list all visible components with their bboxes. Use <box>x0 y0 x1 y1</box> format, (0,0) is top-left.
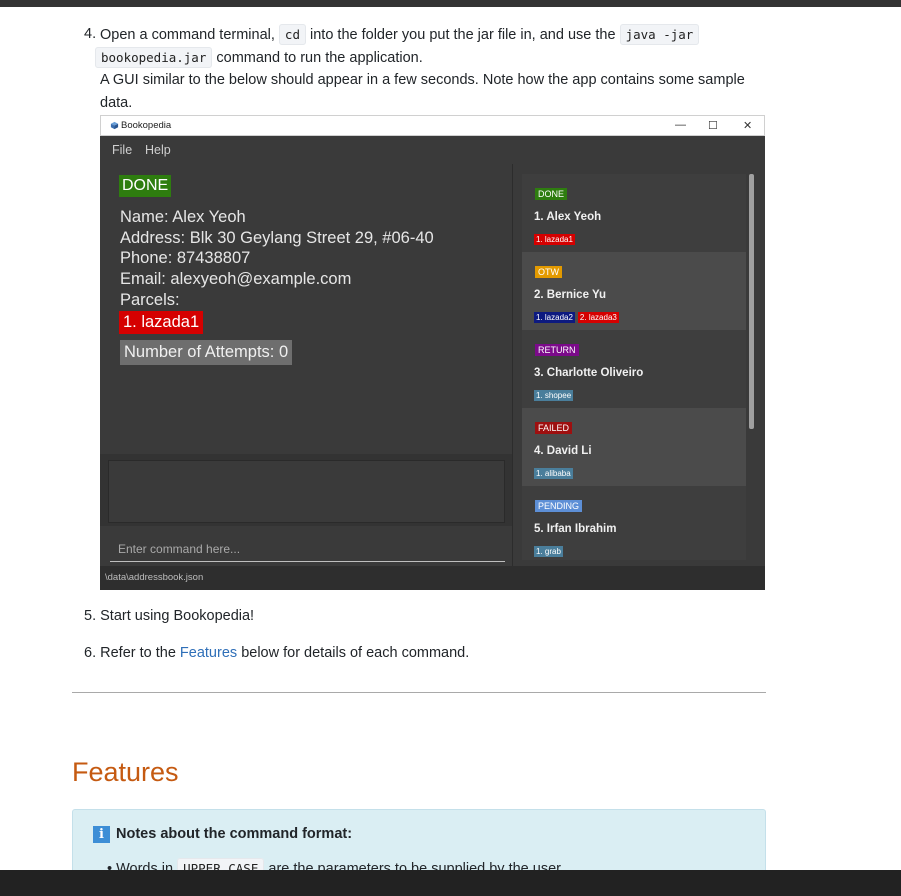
step-6-number: 6. <box>84 645 97 661</box>
person-detail-panel: DONE Name: Alex Yeoh Address: Blk 30 Gey… <box>100 164 512 454</box>
card-status-badge: OTW <box>535 266 562 278</box>
app-title: Bookopedia <box>121 120 172 131</box>
app-title-bar: Bookopedia — ☐ ✕ <box>100 115 765 136</box>
info-icon: i <box>93 826 110 843</box>
step-4-line-3: A GUI similar to the below should appear… <box>100 72 745 88</box>
person-list-panel: DONE 1. Alex Yeoh 1. lazada1 OTW 2. Bern… <box>512 164 765 566</box>
code-java-jar: java -jar <box>619 24 700 45</box>
parcel-tag: 2. lazada3 <box>577 312 619 323</box>
card-parcels: 1. shopee <box>534 385 576 403</box>
code-jar-file: bookopedia.jar <box>95 47 213 68</box>
card-status-badge: PENDING <box>535 500 583 512</box>
top-edge-bar <box>0 0 901 7</box>
card-status-badge: FAILED <box>535 422 573 434</box>
step-4-number: 4. <box>84 26 97 42</box>
detail-parcel-tag: 1. lazada1 <box>119 311 204 334</box>
detail-email: Email: alexyeoh@example.com <box>120 270 352 288</box>
detail-parcels-label: Parcels: <box>120 291 180 309</box>
maximize-icon: ☐ <box>708 120 718 132</box>
step-4-text-a: Open a command terminal, <box>100 27 275 43</box>
card-name: 1. Alex Yeoh <box>534 211 602 223</box>
code-cd: cd <box>278 24 306 45</box>
parcel-tag: 1. lazada2 <box>534 312 575 323</box>
app-logo-icon <box>110 121 119 130</box>
card-parcels: 1. lazada1 <box>534 229 578 247</box>
card-status-badge: DONE <box>535 188 568 200</box>
detail-attempts: Number of Attempts: 0 <box>120 340 293 365</box>
step-6-text-pre: Refer to the <box>100 645 176 661</box>
features-heading: Features <box>72 757 179 787</box>
result-box <box>108 460 505 523</box>
app-window-screenshot: Bookopedia — ☐ ✕ File Help DONE Name: Al… <box>100 115 765 590</box>
notes-title: Notes about the command format: <box>116 826 353 842</box>
minimize-icon: — <box>675 119 686 131</box>
list-card: DONE 1. Alex Yeoh 1. lazada1 <box>522 174 746 252</box>
card-name: 4. David Li <box>534 445 592 457</box>
step-5-number: 5. <box>84 608 97 624</box>
parcel-tag: 1. alibaba <box>534 468 573 479</box>
step-4-line-2: bookopedia.jar command to run the applic… <box>95 46 423 70</box>
step-4-line-4: data. <box>100 95 133 111</box>
menu-help: Help <box>145 143 171 157</box>
command-box <box>100 526 512 566</box>
save-file-path: \data\addressbook.json <box>105 572 204 583</box>
card-parcels: 1. grab <box>534 541 566 559</box>
list-card: PENDING 5. Irfan Ibrahim 1. grab <box>522 486 746 560</box>
section-divider <box>72 692 766 693</box>
detail-phone: Phone: 87438807 <box>120 249 251 267</box>
card-name: 3. Charlotte Oliveiro <box>534 367 644 379</box>
card-name: 2. Bernice Yu <box>534 289 607 301</box>
card-parcels: 1. lazada2 2. lazada3 <box>534 307 622 325</box>
card-name: 5. Irfan Ibrahim <box>534 523 617 535</box>
step-5-text: Start using Bookopedia! <box>100 608 255 624</box>
step-6: 6. Refer to the Features below for detai… <box>84 642 469 665</box>
list-scrollbar <box>749 174 754 429</box>
parcel-tag: 1. grab <box>534 546 563 557</box>
step-6-text-post: below for details of each command. <box>241 645 470 661</box>
detail-address: Address: Blk 30 Geylang Street 29, #06-4… <box>120 229 434 247</box>
notes-callout: i Notes about the command format: • Word… <box>72 809 766 879</box>
step-4-line-1: Open a command terminal, cd into the fol… <box>100 23 700 47</box>
bottom-edge-bar <box>0 870 901 896</box>
detail-status-badge: DONE <box>119 175 172 197</box>
step-5: 5. Start using Bookopedia! <box>84 605 254 628</box>
list-card: RETURN 3. Charlotte Oliveiro 1. shopee <box>522 330 746 408</box>
command-input <box>110 536 505 562</box>
list-card: OTW 2. Bernice Yu 1. lazada2 2. lazada3 <box>522 252 746 330</box>
close-icon: ✕ <box>743 120 753 132</box>
parcel-tag: 1. lazada1 <box>534 234 575 245</box>
step-4-text-b: into the folder you put the jar file in,… <box>310 27 616 43</box>
menu-file: File <box>112 143 133 157</box>
card-status-badge: RETURN <box>535 344 579 356</box>
list-card: FAILED 4. David Li 1. alibaba <box>522 408 746 486</box>
app-menu-bar: File Help <box>100 136 765 164</box>
app-status-bar: \data\addressbook.json <box>100 566 765 590</box>
result-display <box>100 454 512 526</box>
detail-name: Name: Alex Yeoh <box>120 208 246 226</box>
card-parcels: 1. alibaba <box>534 463 576 481</box>
parcel-tag: 1. shopee <box>534 390 574 401</box>
features-link[interactable]: Features <box>180 645 237 661</box>
step-4-text-c: command to run the application. <box>216 50 423 66</box>
